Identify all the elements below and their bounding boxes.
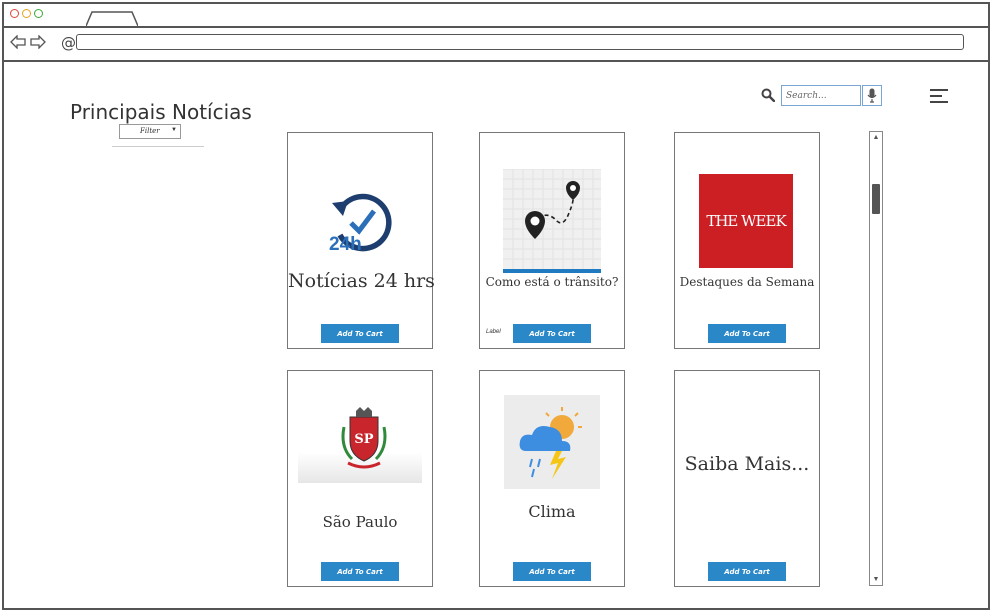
scroll-up-arrow-icon[interactable]: ▲ xyxy=(870,134,882,141)
sao-paulo-image: SP xyxy=(298,395,422,483)
microphone-button[interactable] xyxy=(862,85,882,106)
chevron-down-icon: ▼ xyxy=(171,127,177,133)
address-bar: @ xyxy=(4,26,988,62)
card-saiba-mais[interactable]: Saiba Mais... Add To Cart xyxy=(674,370,820,587)
card-title: Notícias 24 hrs xyxy=(288,270,435,292)
title-bar xyxy=(4,4,988,28)
sao-paulo-coat-of-arms-icon: SP xyxy=(341,407,387,469)
card-the-week[interactable]: THE WEEK Destaques da Semana Add To Cart xyxy=(674,132,820,349)
filter-label: Filter xyxy=(140,127,160,135)
weather-icon xyxy=(504,395,600,489)
route-map-image xyxy=(503,169,601,273)
the-week-logo: THE WEEK xyxy=(699,174,793,268)
add-to-cart-button[interactable]: Add To Cart xyxy=(513,562,591,581)
card-24h[interactable]: 24h Notícias 24 hrs Add To Cart xyxy=(287,132,435,349)
search-input[interactable] xyxy=(781,85,861,106)
add-to-cart-button[interactable]: Add To Cart xyxy=(708,562,786,581)
minimize-window-button[interactable] xyxy=(22,9,31,18)
card-title: Saiba Mais... xyxy=(684,453,810,475)
hamburger-menu-icon[interactable] xyxy=(929,88,949,104)
clock-24h-icon: 24h xyxy=(329,193,392,253)
card-title: Como está o trânsito? xyxy=(485,275,619,289)
scroll-down-arrow-icon[interactable]: ▼ xyxy=(870,576,882,583)
card-sao-paulo[interactable]: SP São Paulo Add To Cart xyxy=(287,370,433,587)
page-title: Principais Notícias xyxy=(70,100,252,125)
search-icon[interactable] xyxy=(761,88,775,102)
add-to-cart-button[interactable]: Add To Cart xyxy=(513,324,591,343)
divider xyxy=(112,146,204,147)
add-to-cart-button[interactable]: Add To Cart xyxy=(321,562,399,581)
card-traffic[interactable]: Como está o trânsito? Label Add To Cart xyxy=(479,132,625,349)
site-icon: @ xyxy=(61,34,76,52)
microphone-icon xyxy=(867,88,877,103)
close-window-button[interactable] xyxy=(10,9,19,18)
filter-dropdown[interactable]: Filter ▼ xyxy=(119,124,181,139)
scrollbar-thumb[interactable] xyxy=(872,184,880,214)
card-title: Destaques da Semana xyxy=(679,275,815,289)
card-title: Clima xyxy=(528,502,576,521)
back-arrow-icon[interactable] xyxy=(10,35,26,49)
browser-tab[interactable] xyxy=(86,10,138,26)
forward-arrow-icon[interactable] xyxy=(30,35,46,49)
add-to-cart-button[interactable]: Add To Cart xyxy=(708,324,786,343)
add-to-cart-button[interactable]: Add To Cart xyxy=(321,324,399,343)
clock-label: 24h xyxy=(329,234,362,253)
vertical-scrollbar[interactable]: ▲ ▼ xyxy=(869,131,883,586)
card-weather[interactable]: Clima Add To Cart xyxy=(479,370,625,587)
maximize-window-button[interactable] xyxy=(34,9,43,18)
coat-of-arms-letters: SP xyxy=(354,432,373,447)
logo-text: THE WEEK xyxy=(706,212,786,230)
card-title: São Paulo xyxy=(322,513,398,531)
url-field[interactable] xyxy=(76,34,964,50)
card-label: Label xyxy=(486,329,501,335)
